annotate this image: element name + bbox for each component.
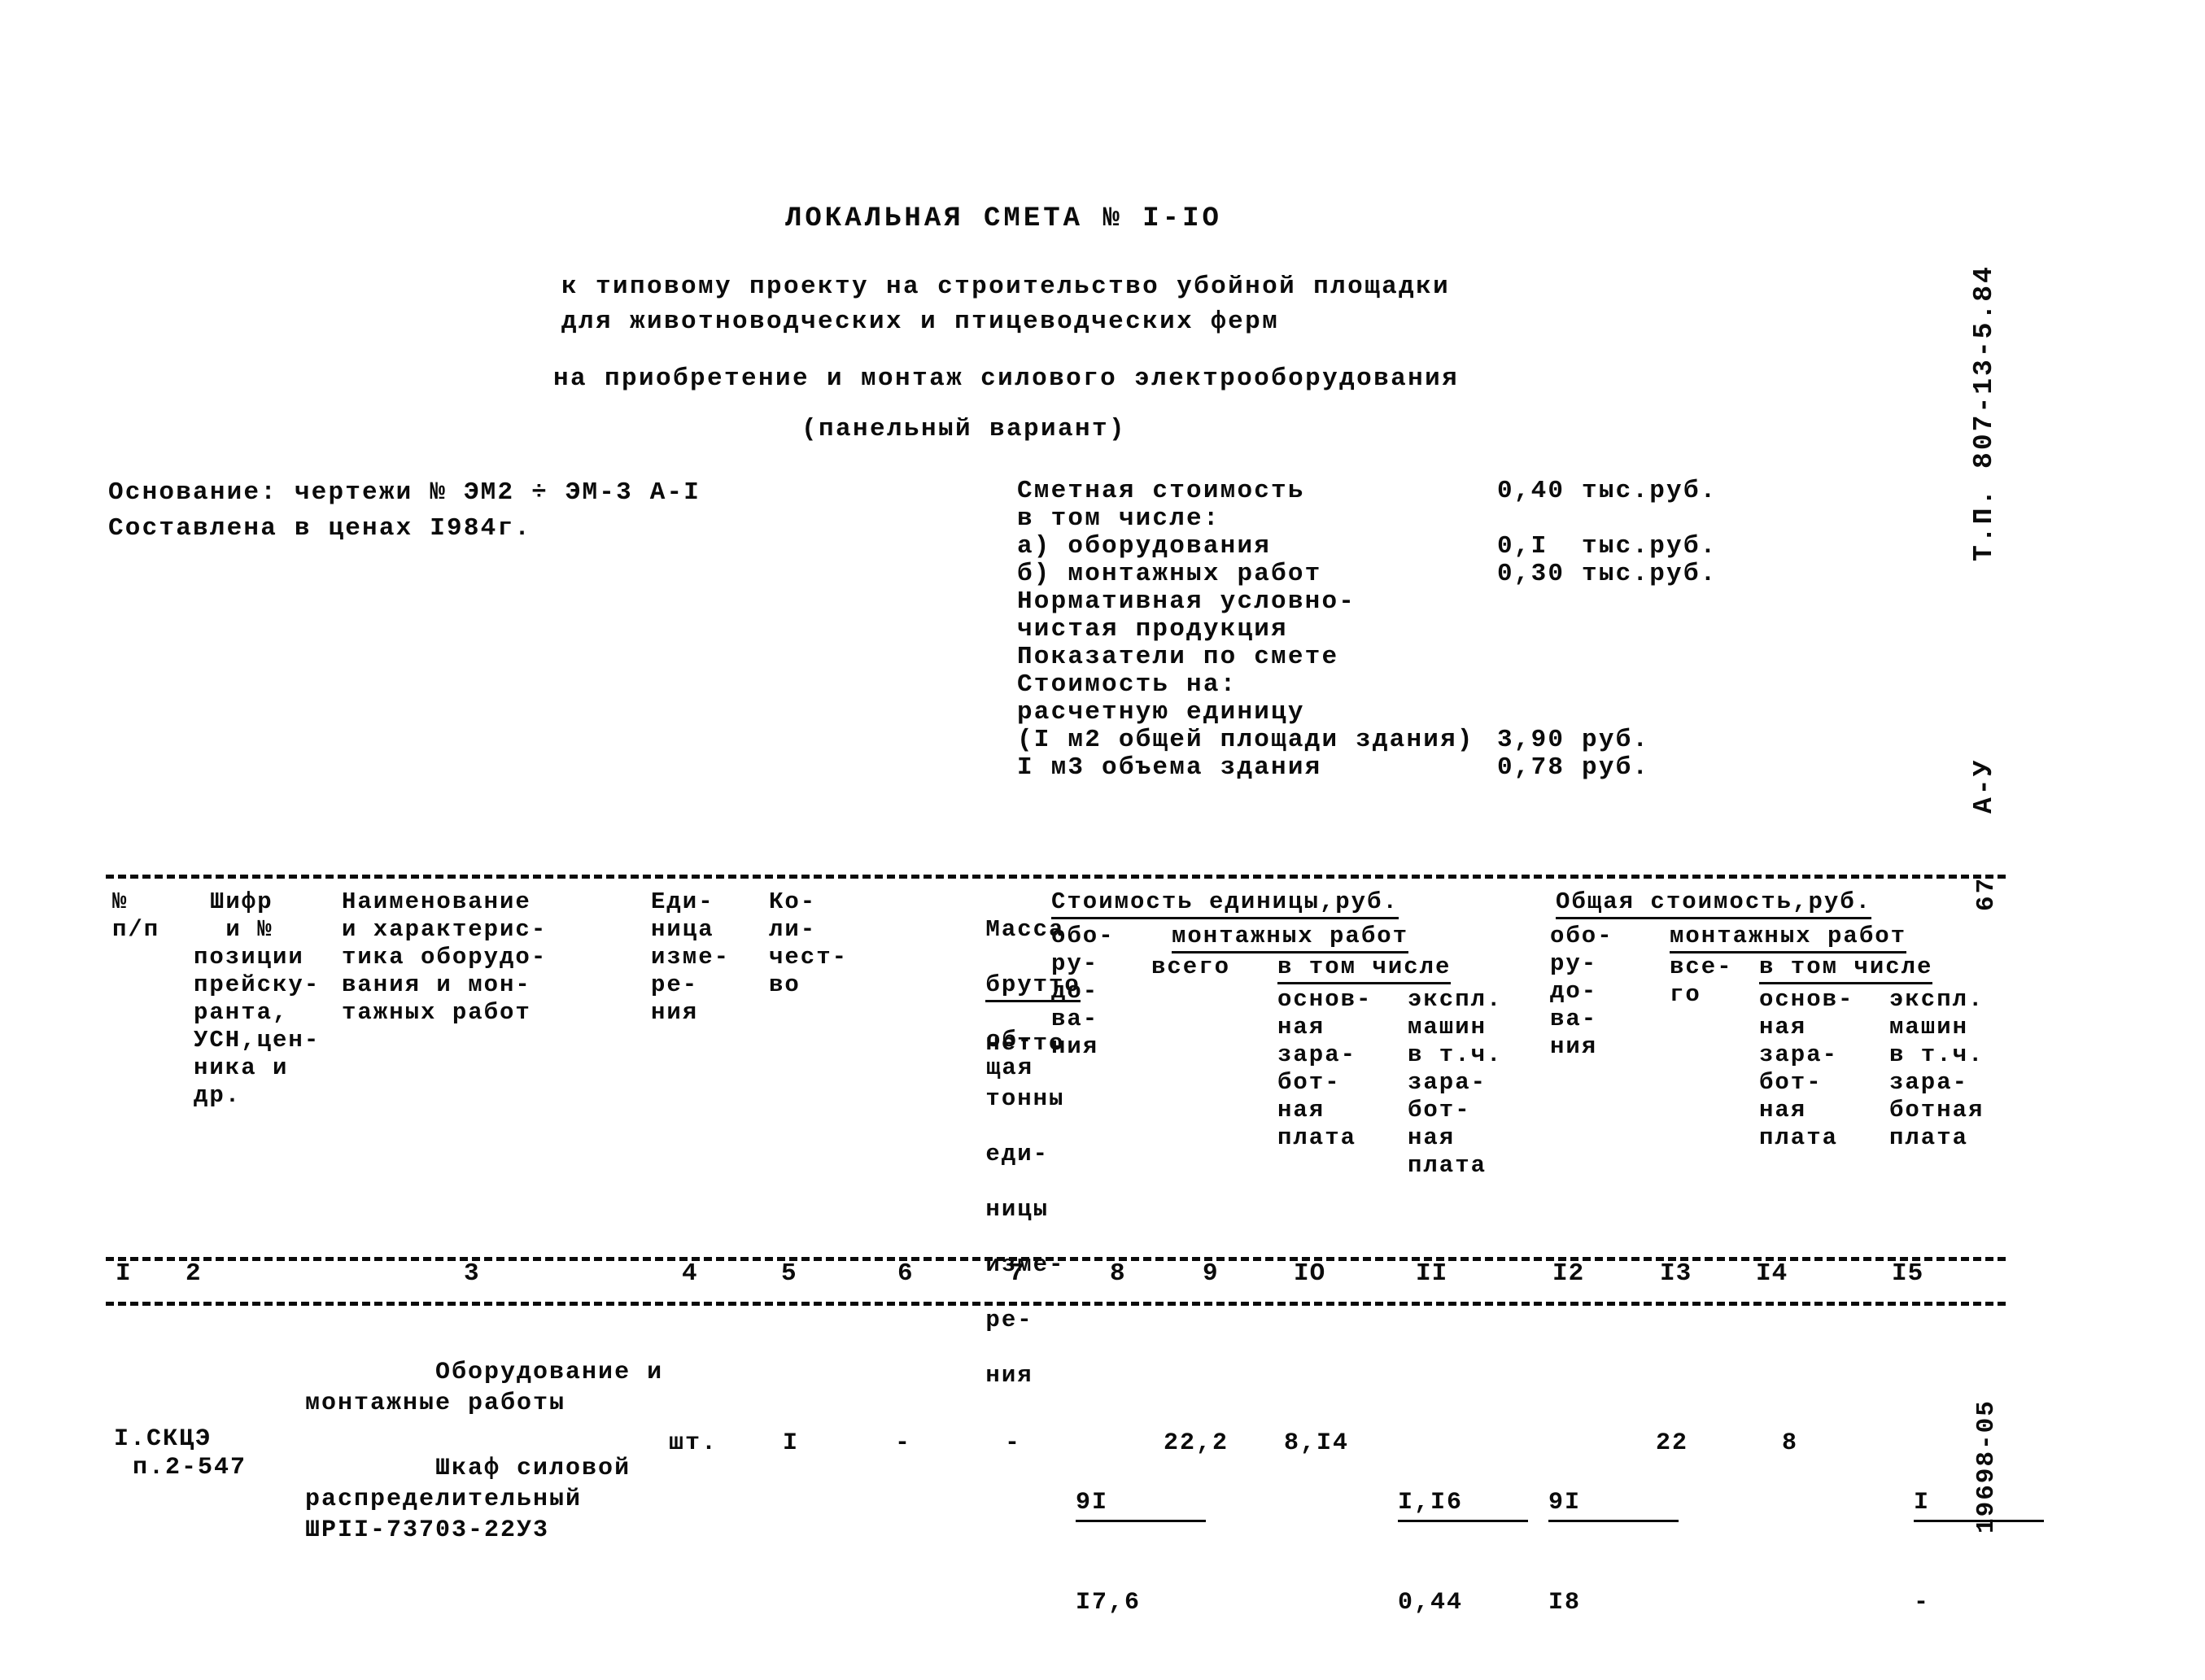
row-unit: шт. <box>669 1429 718 1457</box>
margin-archive-code: 19698-05 <box>1972 1399 2001 1534</box>
table-body: Оборудование и монтажные работы I.СКЦЭ п.… <box>0 1326 2205 1617</box>
header-col-2: Шифр и № <box>210 888 273 943</box>
cost-label: расчетную единицу <box>1017 698 1305 727</box>
header-group-unit-cost: Стоимость единицы,руб. <box>1051 888 1399 919</box>
table-top-divider <box>106 875 2006 879</box>
header-col-3: Наименование и характерис-тика оборудо-ва… <box>342 888 548 1026</box>
header-col-4: Еди-ница изме-ре-ния <box>651 888 731 1026</box>
document-page: ЛОКАЛЬНАЯ СМЕТА № I-IO к типовому проект… <box>0 0 2205 1617</box>
cost-label: в том числе: <box>1017 504 1220 533</box>
cost-label: чистая продукция <box>1017 615 1288 644</box>
column-number: 5 <box>781 1259 797 1288</box>
header-sub-mount-total: монтажных работ <box>1670 923 1907 953</box>
row-name: Шкаф силовой распределительный ШРII-73703-… <box>305 1455 631 1544</box>
header-col-8: обо-ру-до-ва-ния <box>1051 923 1115 1060</box>
column-number: 2 <box>186 1259 202 1288</box>
table-body-divider <box>106 1302 2006 1306</box>
row-qty: I <box>783 1429 800 1457</box>
cost-label: Стоимость на: <box>1017 670 1238 699</box>
header-sub-in-which-unit: в том числе <box>1277 953 1452 984</box>
cost-label: Сметная стоимость <box>1017 477 1305 505</box>
margin-project-code: Т.П. 807-13-5.84 <box>1969 264 1999 561</box>
column-number: 3 <box>464 1259 480 1288</box>
header-col-7: об-щая <box>986 1027 1034 1081</box>
cost-label: б) монтажных работ <box>1017 560 1322 588</box>
row-mass-unit: - <box>895 1429 912 1457</box>
column-number: 6 <box>897 1259 914 1288</box>
column-number: 7 <box>1009 1259 1025 1288</box>
cost-label: Показатели по смете <box>1017 643 1339 671</box>
basis-drawings: Основание: чертежи № ЭМ2 ÷ ЭМ-3 А-I <box>108 478 701 507</box>
margin-series: А-У <box>1969 757 1999 814</box>
row-unit-mount-machine: I,I6 0,44 <box>1398 1425 1529 1680</box>
cost-summary-block: Сметная стоимость 0,40 тыс.руб. в том чис… <box>1017 477 1912 782</box>
header-col-15: экспл. машин в т.ч. зара-ботная плата <box>1889 986 1984 1151</box>
column-number: I5 <box>1892 1259 1924 1288</box>
subtitle-line-3: на приобретение и монтаж силового электр… <box>553 364 1460 393</box>
column-number: IO <box>1294 1259 1326 1288</box>
cost-value: 3,90 руб. <box>1497 726 1650 754</box>
header-sub-mount-unit: монтажных работ <box>1172 923 1409 953</box>
column-number: I <box>116 1259 132 1288</box>
row-number: I.СКЦЭ <box>114 1425 212 1453</box>
row-code: п.2-547 <box>133 1454 247 1481</box>
column-number: 4 <box>682 1259 698 1288</box>
cost-value: 0,78 руб. <box>1497 753 1650 782</box>
header-col-9: всего <box>1151 953 1231 980</box>
column-number-row: I 2 3 4 5 6 7 8 9 IO II I2 I3 I4 I5 <box>0 1259 2205 1300</box>
row-unit-equipment-cost: 9I I7,6 <box>1076 1425 1207 1680</box>
basis-price-year: Составлена в ценах I984г. <box>108 514 532 543</box>
column-number: II <box>1416 1259 1448 1288</box>
cost-label: I м3 объема здания <box>1017 753 1322 782</box>
header-col-5: Ко-ли-чест-во <box>769 888 849 998</box>
page-title: ЛОКАЛЬНАЯ СМЕТА № I-IO <box>785 203 1222 234</box>
subtitle-line-1: к типовому проекту на строительство убой… <box>561 273 1451 301</box>
cost-label: а) оборудования <box>1017 532 1272 561</box>
column-number: 8 <box>1110 1259 1126 1288</box>
subtitle-line-4: (панельный вариант) <box>801 415 1127 443</box>
row-total-mount-base-wage: 8 <box>1782 1429 1799 1457</box>
header-col-10: основ-ная зара-бот-ная плата <box>1277 986 1373 1151</box>
cost-value: 0,I тыс.руб. <box>1497 532 1718 561</box>
table-header: № п/п Шифр и № позиции прейску-ранта, УСН,ц… <box>0 887 2205 1389</box>
header-col-2-cont: позиции прейску-ранта, УСН,цен-ника и др. <box>194 944 321 1109</box>
header-col-14: основ-ная зара-бот-ная плата <box>1759 986 1854 1151</box>
cost-label: Нормативная условно- <box>1017 587 1356 616</box>
header-col-1: № п/п <box>112 888 160 943</box>
cost-value: 0,30 тыс.руб. <box>1497 560 1718 588</box>
header-group-total-cost: Общая стоимость,руб. <box>1556 888 1872 919</box>
row-total-equipment-cost: 9I I8 <box>1548 1425 1679 1680</box>
margin-page-number: 67 <box>1972 875 2001 911</box>
header-col-11: экспл. машин в т.ч. зара-бот-ная плата <box>1408 986 1503 1179</box>
column-number: I4 <box>1756 1259 1788 1288</box>
row-unit-mount-base-wage: 8,I4 <box>1284 1429 1350 1457</box>
row-mass-total: - <box>1005 1429 1022 1457</box>
column-number: 9 <box>1203 1259 1219 1288</box>
column-number: I3 <box>1660 1259 1692 1288</box>
row-unit-mount-total: 22,2 <box>1164 1429 1229 1457</box>
header-col-13: все-го <box>1670 953 1733 1008</box>
subtitle-line-2: для животноводческих и птицеводческих фе… <box>561 308 1280 336</box>
row-total-mount-all: 22 <box>1656 1429 1689 1457</box>
header-col-12: обо-ру-до-ва-ния <box>1550 923 1613 1060</box>
column-number: I2 <box>1552 1259 1585 1288</box>
cost-label: (I м2 общей площади здания) <box>1017 726 1474 754</box>
header-sub-in-which-total: в том числе <box>1759 953 1933 984</box>
cost-value: 0,40 тыс.руб. <box>1497 477 1718 505</box>
